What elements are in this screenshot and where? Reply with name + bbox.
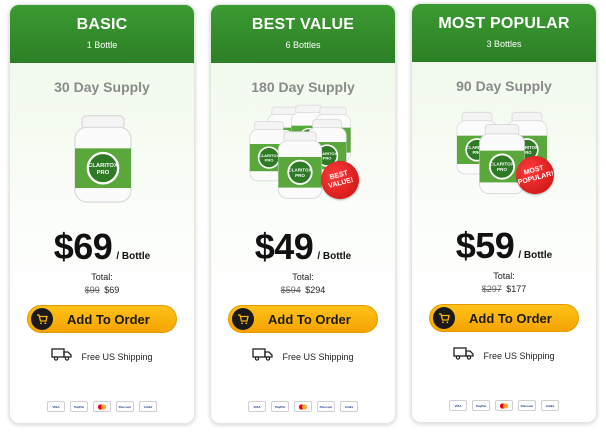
price-row: $69 / Bottle bbox=[10, 225, 194, 265]
paypal-icon: PayPal bbox=[70, 401, 88, 412]
shipping-text: Free US Shipping bbox=[282, 351, 354, 362]
old-total: $297 bbox=[481, 284, 502, 294]
pricing-card-basic: BASIC 1 Bottle 30 Day Supply $69 / Bottl… bbox=[9, 4, 195, 424]
bottle-count: 6 Bottles bbox=[285, 40, 321, 50]
total-values: $594 $294 bbox=[211, 285, 395, 295]
visa-icon: VISA bbox=[449, 400, 467, 411]
supply-duration: 180 Day Supply bbox=[251, 79, 355, 95]
bottle-image bbox=[273, 129, 327, 203]
total-label: Total: bbox=[292, 272, 314, 282]
total-label: Total: bbox=[493, 271, 515, 281]
mastercard-icon bbox=[495, 400, 513, 411]
shipping-text: Free US Shipping bbox=[81, 351, 153, 362]
old-total: $99 bbox=[84, 285, 100, 295]
discover-icon: Discover bbox=[317, 401, 335, 412]
plan-name: BASIC bbox=[76, 16, 128, 33]
shipping-info: Free US Shipping bbox=[211, 347, 395, 366]
amex-icon: AmEx bbox=[541, 400, 559, 411]
new-total: $69 bbox=[104, 285, 120, 295]
supply-duration: 30 Day Supply bbox=[54, 79, 150, 95]
add-to-order-label: Add To Order bbox=[67, 311, 150, 327]
add-to-order-label: Add To Order bbox=[268, 311, 351, 327]
total-label: Total: bbox=[91, 272, 113, 282]
card-header: BASIC 1 Bottle bbox=[10, 5, 194, 63]
per-bottle-label: / Bottle bbox=[317, 251, 352, 262]
add-to-order-button[interactable]: Add To Order bbox=[27, 305, 177, 333]
amex-icon: AmEx bbox=[340, 401, 358, 412]
payment-methods: VISA PayPal Discover AmEx bbox=[10, 401, 194, 412]
supply-duration: 90 Day Supply bbox=[456, 78, 552, 94]
cart-icon bbox=[232, 308, 254, 330]
add-to-order-button[interactable]: Add To Order bbox=[228, 305, 378, 333]
amex-icon: AmEx bbox=[139, 401, 157, 412]
bottle-count: 1 Bottle bbox=[86, 40, 118, 50]
product-image: BEST VALUE! bbox=[211, 105, 395, 215]
new-total: $294 bbox=[305, 285, 326, 295]
add-to-order-label: Add To Order bbox=[469, 310, 552, 326]
bottle-image bbox=[68, 113, 138, 207]
product-image: MOST POPULAR! bbox=[412, 104, 596, 214]
plan-name: BEST VALUE bbox=[251, 16, 355, 33]
shipping-text: Free US Shipping bbox=[483, 350, 555, 361]
per-bottle-label: / Bottle bbox=[518, 250, 553, 261]
visa-icon: VISA bbox=[47, 401, 65, 412]
mastercard-icon bbox=[93, 401, 111, 412]
price: $59 bbox=[455, 225, 515, 266]
total-values: $297 $177 bbox=[412, 284, 596, 294]
card-header: BEST VALUE 6 Bottles bbox=[211, 5, 395, 63]
truck-icon bbox=[252, 347, 274, 366]
discover-icon: Discover bbox=[116, 401, 134, 412]
product-image bbox=[10, 105, 194, 215]
pricing-card-most-popular: MOST POPULAR 3 Bottles 90 Day Supply MOS… bbox=[411, 3, 597, 423]
payment-methods: VISA PayPal Discover AmEx bbox=[211, 401, 395, 412]
bottle-count: 3 Bottles bbox=[486, 39, 522, 49]
pricing-card-best-value: BEST VALUE 6 Bottles 180 Day Supply BEST… bbox=[210, 4, 396, 424]
visa-icon: VISA bbox=[248, 401, 266, 412]
paypal-icon: PayPal bbox=[472, 400, 490, 411]
old-total: $594 bbox=[280, 285, 301, 295]
card-header: MOST POPULAR 3 Bottles bbox=[412, 4, 596, 62]
paypal-icon: PayPal bbox=[271, 401, 289, 412]
payment-methods: VISA PayPal Discover AmEx bbox=[412, 400, 596, 411]
cart-icon bbox=[31, 308, 53, 330]
price-row: $49 / Bottle bbox=[211, 225, 395, 265]
cart-icon bbox=[433, 307, 455, 329]
per-bottle-label: / Bottle bbox=[116, 251, 151, 262]
total-values: $99 $69 bbox=[10, 285, 194, 295]
add-to-order-button[interactable]: Add To Order bbox=[429, 304, 579, 332]
mastercard-icon bbox=[294, 401, 312, 412]
new-total: $177 bbox=[506, 284, 527, 294]
discover-icon: Discover bbox=[518, 400, 536, 411]
truck-icon bbox=[51, 347, 73, 366]
shipping-info: Free US Shipping bbox=[10, 347, 194, 366]
price: $69 bbox=[53, 226, 113, 267]
shipping-info: Free US Shipping bbox=[412, 346, 596, 365]
price: $49 bbox=[254, 226, 314, 267]
plan-name: MOST POPULAR bbox=[438, 15, 570, 32]
price-row: $59 / Bottle bbox=[412, 224, 596, 264]
truck-icon bbox=[453, 346, 475, 365]
